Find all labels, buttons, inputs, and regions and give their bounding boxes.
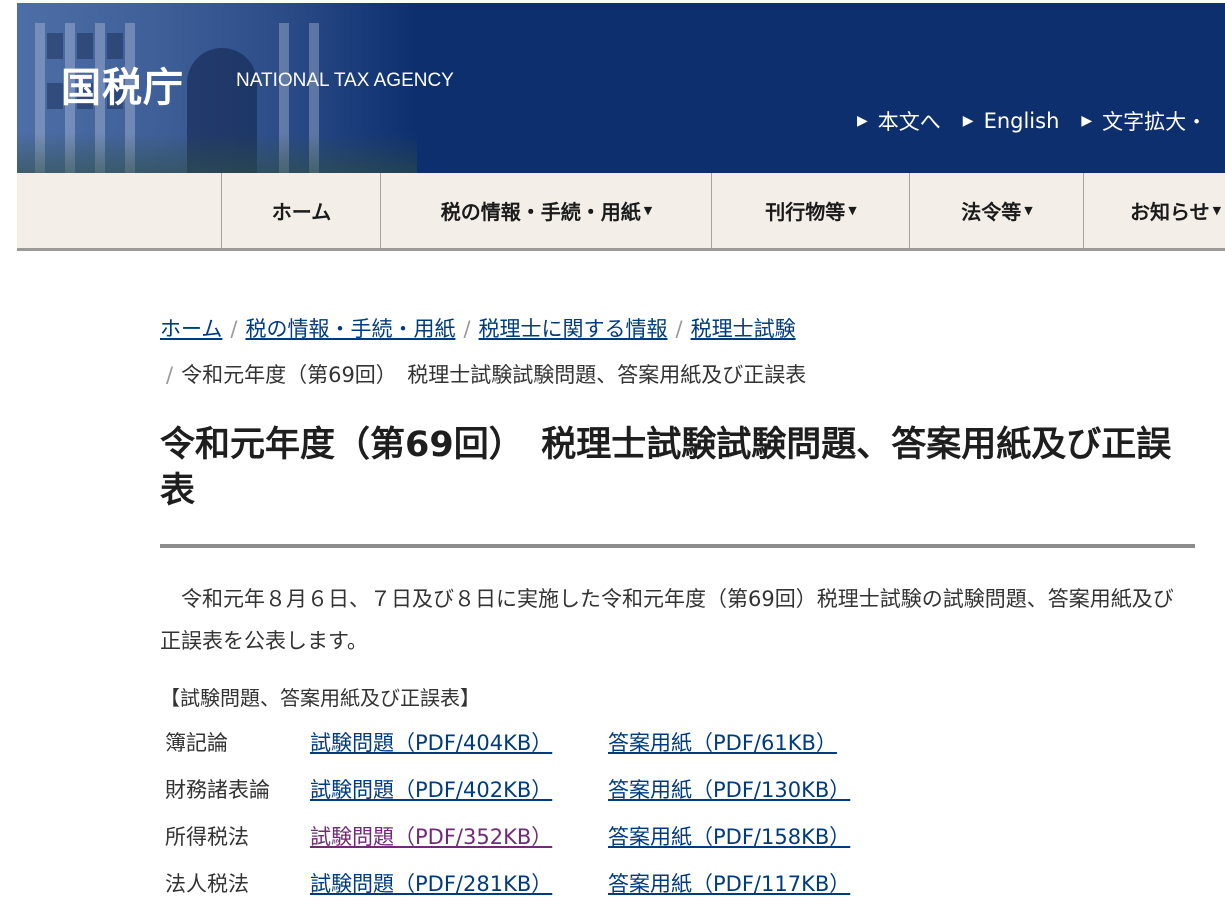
subject-label: 所得税法 <box>165 824 249 849</box>
caret-down-icon: ▼ <box>1212 204 1222 217</box>
files-list: 簿記論 試験問題（PDF/404KB） 答案用紙（PDF/61KB） 財務諸表論… <box>160 718 850 906</box>
answer-sheet-pdf-link[interactable]: 答案用紙（PDF/61KB） <box>608 727 837 757</box>
list-item: 所得税法 試験問題（PDF/352KB） 答案用紙（PDF/158KB） <box>160 812 850 859</box>
text-size-label: 文字拡大・ <box>1102 110 1208 134</box>
caret-down-icon: ▼ <box>1024 204 1033 217</box>
nav-item-laws[interactable]: 法令等 ▼ <box>909 173 1084 248</box>
nav-label: お知らせ <box>1130 200 1210 224</box>
subject-label: 法人税法 <box>165 871 249 896</box>
nav-item-publications[interactable]: 刊行物等 ▼ <box>711 173 910 248</box>
skip-to-content-link[interactable]: ▶ 本文へ <box>857 106 941 136</box>
english-label: English <box>983 109 1060 133</box>
nav-item-home[interactable]: ホーム <box>221 173 381 248</box>
breadcrumb-link-tax-accountant-exam[interactable]: 税理士試験 <box>691 317 796 341</box>
site-header: 国税庁 NATIONAL TAX AGENCY ▶ 本文へ ▶ English … <box>17 3 1225 173</box>
triangle-right-icon: ▶ <box>962 113 974 129</box>
text-size-link[interactable]: ▶ 文字拡大・ <box>1081 106 1207 136</box>
triangle-right-icon: ▶ <box>1081 113 1093 129</box>
answer-sheet-pdf-link[interactable]: 答案用紙（PDF/158KB） <box>608 821 850 851</box>
breadcrumb-link-tax-accountant-info[interactable]: 税理士に関する情報 <box>479 317 668 341</box>
breadcrumb-separator: / <box>166 363 174 387</box>
breadcrumb-separator: / <box>230 317 238 341</box>
list-item: 法人税法 試験問題（PDF/281KB） 答案用紙（PDF/117KB） <box>160 859 850 906</box>
caret-down-icon: ▼ <box>643 204 653 217</box>
breadcrumb-link-tax-info[interactable]: 税の情報・手続・用紙 <box>245 317 455 341</box>
subject-label: 簿記論 <box>165 730 228 755</box>
breadcrumb-link-home[interactable]: ホーム <box>160 317 222 341</box>
nav-label: ホーム <box>271 200 332 224</box>
breadcrumb-current: 令和元年度（第69回） 税理士試験試験問題、答案用紙及び正誤表 <box>181 363 807 387</box>
nav-item-tax-info[interactable]: 税の情報・手続・用紙 ▼ <box>380 173 712 248</box>
global-nav: ホーム 税の情報・手続・用紙 ▼ 刊行物等 ▼ 法令等 ▼ お知らせ ▼ <box>17 173 1225 251</box>
intro-text: 令和元年８月６日、７日及び８日に実施した令和元年度（第69回）税理士試験の試験問… <box>160 587 1174 653</box>
nav-item-notices[interactable]: お知らせ ▼ <box>1083 173 1225 248</box>
breadcrumb: ホーム / 税の情報・手続・用紙 / 税理士に関する情報 / 税理士試験 / 令和元年度（第69… <box>160 306 1160 398</box>
list-item: 財務諸表論 試験問題（PDF/402KB） 答案用紙（PDF/130KB） <box>160 765 850 812</box>
breadcrumb-separator: / <box>675 317 683 341</box>
site-logo[interactable]: 国税庁 <box>61 55 184 113</box>
nav-label: 刊行物等 <box>765 200 846 224</box>
answer-sheet-pdf-link[interactable]: 答案用紙（PDF/117KB） <box>608 868 850 898</box>
caret-down-icon: ▼ <box>848 204 857 217</box>
exam-pdf-link[interactable]: 試験問題（PDF/404KB） <box>310 731 552 755</box>
page-title: 令和元年度（第69回） 税理士試験試験問題、答案用紙及び正誤表 <box>160 425 1172 511</box>
nav-label: 税の情報・手続・用紙 <box>440 200 641 224</box>
utility-links: ▶ 本文へ ▶ English ▶ 文字拡大・ <box>857 106 1207 136</box>
skip-to-content-label: 本文へ <box>877 110 941 134</box>
breadcrumb-separator: / <box>463 317 471 341</box>
exam-pdf-link[interactable]: 試験問題（PDF/352KB） <box>310 825 552 849</box>
exam-pdf-link[interactable]: 試験問題（PDF/402KB） <box>310 778 552 802</box>
exam-pdf-link[interactable]: 試験問題（PDF/281KB） <box>310 872 552 896</box>
subject-label: 財務諸表論 <box>165 777 270 802</box>
title-divider <box>160 544 1195 548</box>
english-link[interactable]: ▶ English <box>963 106 1060 136</box>
site-logo-english: NATIONAL TAX AGENCY <box>236 70 454 91</box>
answer-sheet-pdf-link[interactable]: 答案用紙（PDF/130KB） <box>608 774 850 804</box>
list-item: 簿記論 試験問題（PDF/404KB） 答案用紙（PDF/61KB） <box>160 718 850 765</box>
nav-label: 法令等 <box>961 200 1022 224</box>
triangle-right-icon: ▶ <box>857 113 868 129</box>
files-heading: 【試験問題、答案用紙及び正誤表】 <box>160 686 480 710</box>
